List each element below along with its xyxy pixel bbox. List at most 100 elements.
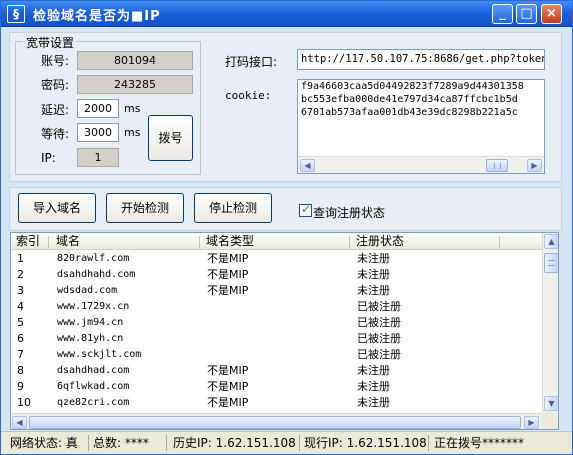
grip-icon [548,260,555,266]
network-status: 网络状态: 真 [10,436,78,450]
cell-type: 不是MIP [207,284,249,297]
grip-icon [494,163,501,169]
dial-button[interactable]: 拨号 [148,115,193,161]
cell-type: 不是MIP [207,268,249,281]
cell-status: 未注册 [357,364,390,377]
column-header-domain[interactable]: 域名 [56,234,80,249]
table-vertical-thumb[interactable] [544,253,558,273]
checkmark-icon: ✓ [301,202,312,216]
delay-label: 延迟: [41,103,70,117]
query-status-label[interactable]: 查询注册状态 [313,204,385,221]
cell-index: 8 [17,364,24,377]
status-divider [428,435,429,451]
cell-status: 已被注册 [357,316,401,329]
cell-status: 未注册 [357,284,390,297]
scroll-left-icon[interactable]: ◀ [12,416,27,429]
status-divider [166,435,167,451]
column-header-status[interactable]: 注册状态 [356,234,404,249]
cell-status: 已被注册 [357,348,401,361]
scroll-down-icon[interactable]: ▼ [544,396,558,411]
broadband-group-title: 宽带设置 [23,34,78,51]
total-count: 总数: **** [93,436,149,450]
cell-index: 2 [17,268,24,281]
cell-domain: 820rawlf.com [57,253,130,264]
account-label: 账号: [41,54,70,68]
table-row[interactable]: 4 www.1729x.cn 已被注册 [11,299,542,315]
scroll-right-icon[interactable]: ▶ [524,416,539,429]
account-field[interactable]: 801094 [77,51,193,70]
ip-field[interactable]: 1 [77,148,119,167]
maximize-button[interactable]: □ [516,4,537,24]
cell-index: 5 [17,316,24,329]
cell-type: 不是MIP [207,396,249,409]
stop-check-button[interactable]: 停止检测 [194,193,272,223]
column-divider[interactable] [349,236,350,248]
cell-type: 不是MIP [207,380,249,393]
table-row[interactable]: 10 qze82cri.com 不是MIP 未注册 [11,395,542,411]
cookie-scroll-thumb[interactable] [486,159,508,172]
cell-index: 7 [17,348,24,361]
cookie-label: cookie: [225,89,272,102]
cell-type: 不是MIP [207,252,249,265]
column-header-index[interactable]: 索引 [16,234,40,249]
table-vertical-scrollbar[interactable]: ▲ ▼ [542,233,558,413]
cell-type: 不是MIP [207,364,249,377]
table-row[interactable]: 3 wdsdad.com 不是MIP 未注册 [11,283,542,299]
wait-input[interactable]: 3000 [77,123,119,142]
status-bar: 网络状态: 真 总数: **** 历史IP: 1.62.151.108 现行IP… [1,431,572,454]
cell-index: 6 [17,332,24,345]
cell-index: 3 [17,284,24,297]
table-row[interactable]: 9 6qflwkad.com 不是MIP 未注册 [11,379,542,395]
cell-index: 9 [17,380,24,393]
cookie-line: 6701ab573afaa001db43e39dc8298b221a5c [301,107,518,118]
query-status-checkbox[interactable]: ✓ [299,202,312,217]
cell-domain: qze82cri.com [57,397,130,408]
table-horizontal-thumb[interactable] [29,416,521,429]
cookie-line: bc553efba000de41e797d34ca87ffcbc1b5d [301,94,518,105]
cell-domain: wdsdad.com [57,285,118,296]
table-row[interactable]: 1 820rawlf.com 不是MIP 未注册 [11,251,542,267]
cookie-horizontal-scrollbar[interactable]: ◀ ▶ [298,156,544,173]
cell-domain: www.1729x.cn [57,301,130,312]
table-horizontal-scrollbar[interactable]: ◀ ▶ [11,413,542,429]
delay-input[interactable]: 2000 [77,99,119,118]
import-domains-button[interactable]: 导入域名 [18,193,96,223]
status-divider [88,435,89,451]
minimize-button[interactable]: _ [492,4,513,24]
close-button[interactable]: × [541,4,562,24]
captcha-url-input[interactable]: http://117.50.107.75:8686/get.php?token=… [297,49,545,70]
scroll-right-icon[interactable]: ▶ [527,159,542,172]
table-row[interactable]: 2 dsahdhahd.com 不是MIP 未注册 [11,267,542,283]
scroll-left-icon[interactable]: ◀ [300,159,315,172]
history-ip: 历史IP: 1.62.151.108 [173,436,296,450]
cell-index: 10 [17,396,31,409]
captcha-api-label: 打码接口: [225,55,278,69]
cell-domain: www.81yh.cn [57,333,124,344]
scrollbar-corner [542,413,558,429]
table-row[interactable]: 8 dsahdhad.com 不是MIP 未注册 [11,363,542,379]
column-divider[interactable] [499,236,500,248]
cell-status: 未注册 [357,380,390,393]
password-label: 密码: [41,78,70,92]
table-row[interactable]: 7 www.sckjlt.com 已被注册 [11,347,542,363]
title-bar[interactable]: § 检验域名是否为■IP _ □ × [1,1,572,27]
cell-status: 未注册 [357,252,390,265]
cookie-line: f9a46603caa5d04492823f7289a9d44301358 [301,81,524,92]
current-ip: 现行IP: 1.62.151.108 [304,436,427,450]
column-divider[interactable] [199,236,200,248]
cell-domain: 6qflwkad.com [57,381,130,392]
cookie-textarea[interactable]: f9a46603caa5d04492823f7289a9d44301358 bc… [297,79,545,174]
column-header-type[interactable]: 域名类型 [206,234,254,249]
table-row[interactable]: 6 www.81yh.cn 已被注册 [11,331,542,347]
cell-index: 4 [17,300,24,313]
cell-domain: dsahdhad.com [57,365,130,376]
column-divider[interactable] [48,236,49,248]
cell-domain: www.jm94.cn [57,317,124,328]
password-field[interactable]: 243285 [77,75,193,94]
domain-results-table[interactable]: 索引 域名 域名类型 注册状态 1 820rawlf.com 不是MIP 未注册 2 ds… [10,232,559,430]
scroll-up-icon[interactable]: ▲ [544,234,558,249]
start-check-button[interactable]: 开始检测 [106,193,184,223]
table-row[interactable]: 5 www.jm94.cn 已被注册 [11,315,542,331]
window-title: 检验域名是否为■IP [33,9,161,24]
cell-domain: dsahdhahd.com [57,269,136,280]
